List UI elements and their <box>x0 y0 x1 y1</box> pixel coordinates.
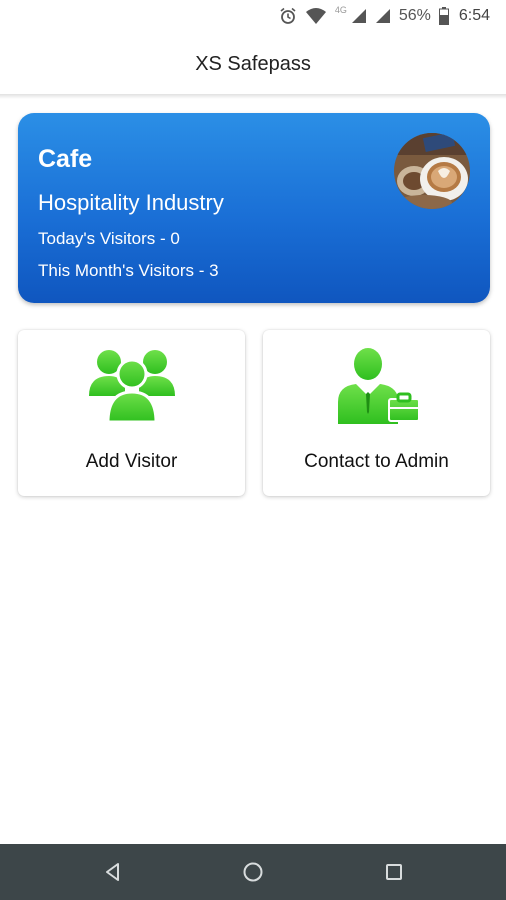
battery-icon <box>438 7 449 25</box>
back-button[interactable] <box>101 860 125 884</box>
business-name: Cafe <box>38 145 93 173</box>
battery-percent: 56% <box>398 7 431 24</box>
app-bar-divider <box>0 94 506 99</box>
month-visitors-count: This Month's Visitors - 3 <box>38 261 219 280</box>
status-icons: 4G 56% 6:54 <box>279 0 490 32</box>
group-icon <box>18 346 245 426</box>
system-nav-bar <box>0 844 506 900</box>
business-industry: Hospitality Industry <box>38 190 224 215</box>
clock: 6:54 <box>458 7 490 24</box>
status-bar: 4G 56% 6:54 <box>0 0 506 32</box>
contact-admin-button[interactable]: Contact to Admin <box>263 330 490 496</box>
app-bar: XS Safepass <box>0 32 506 96</box>
coffee-photo-icon <box>394 133 470 209</box>
recents-button[interactable] <box>382 860 406 884</box>
business-avatar[interactable] <box>394 133 470 209</box>
wifi-icon <box>305 7 327 25</box>
back-icon <box>106 863 119 881</box>
app-title: XS Safepass <box>195 52 311 75</box>
signal-icon <box>375 8 391 24</box>
home-icon <box>243 862 263 882</box>
add-visitor-label: Add Visitor <box>85 451 178 472</box>
add-visitor-button[interactable]: Add Visitor <box>18 330 245 496</box>
recents-icon <box>386 864 402 880</box>
signal-icon <box>351 8 367 24</box>
network-type-label: 4G <box>334 5 347 15</box>
home-button[interactable] <box>241 860 265 884</box>
admin-icon <box>263 346 490 426</box>
business-card[interactable]: Cafe Hospitality Industry Today's Visito… <box>18 113 490 303</box>
alarm-icon <box>279 7 297 25</box>
today-visitors-count: Today's Visitors - 0 <box>38 229 180 248</box>
contact-admin-label: Contact to Admin <box>304 451 449 472</box>
